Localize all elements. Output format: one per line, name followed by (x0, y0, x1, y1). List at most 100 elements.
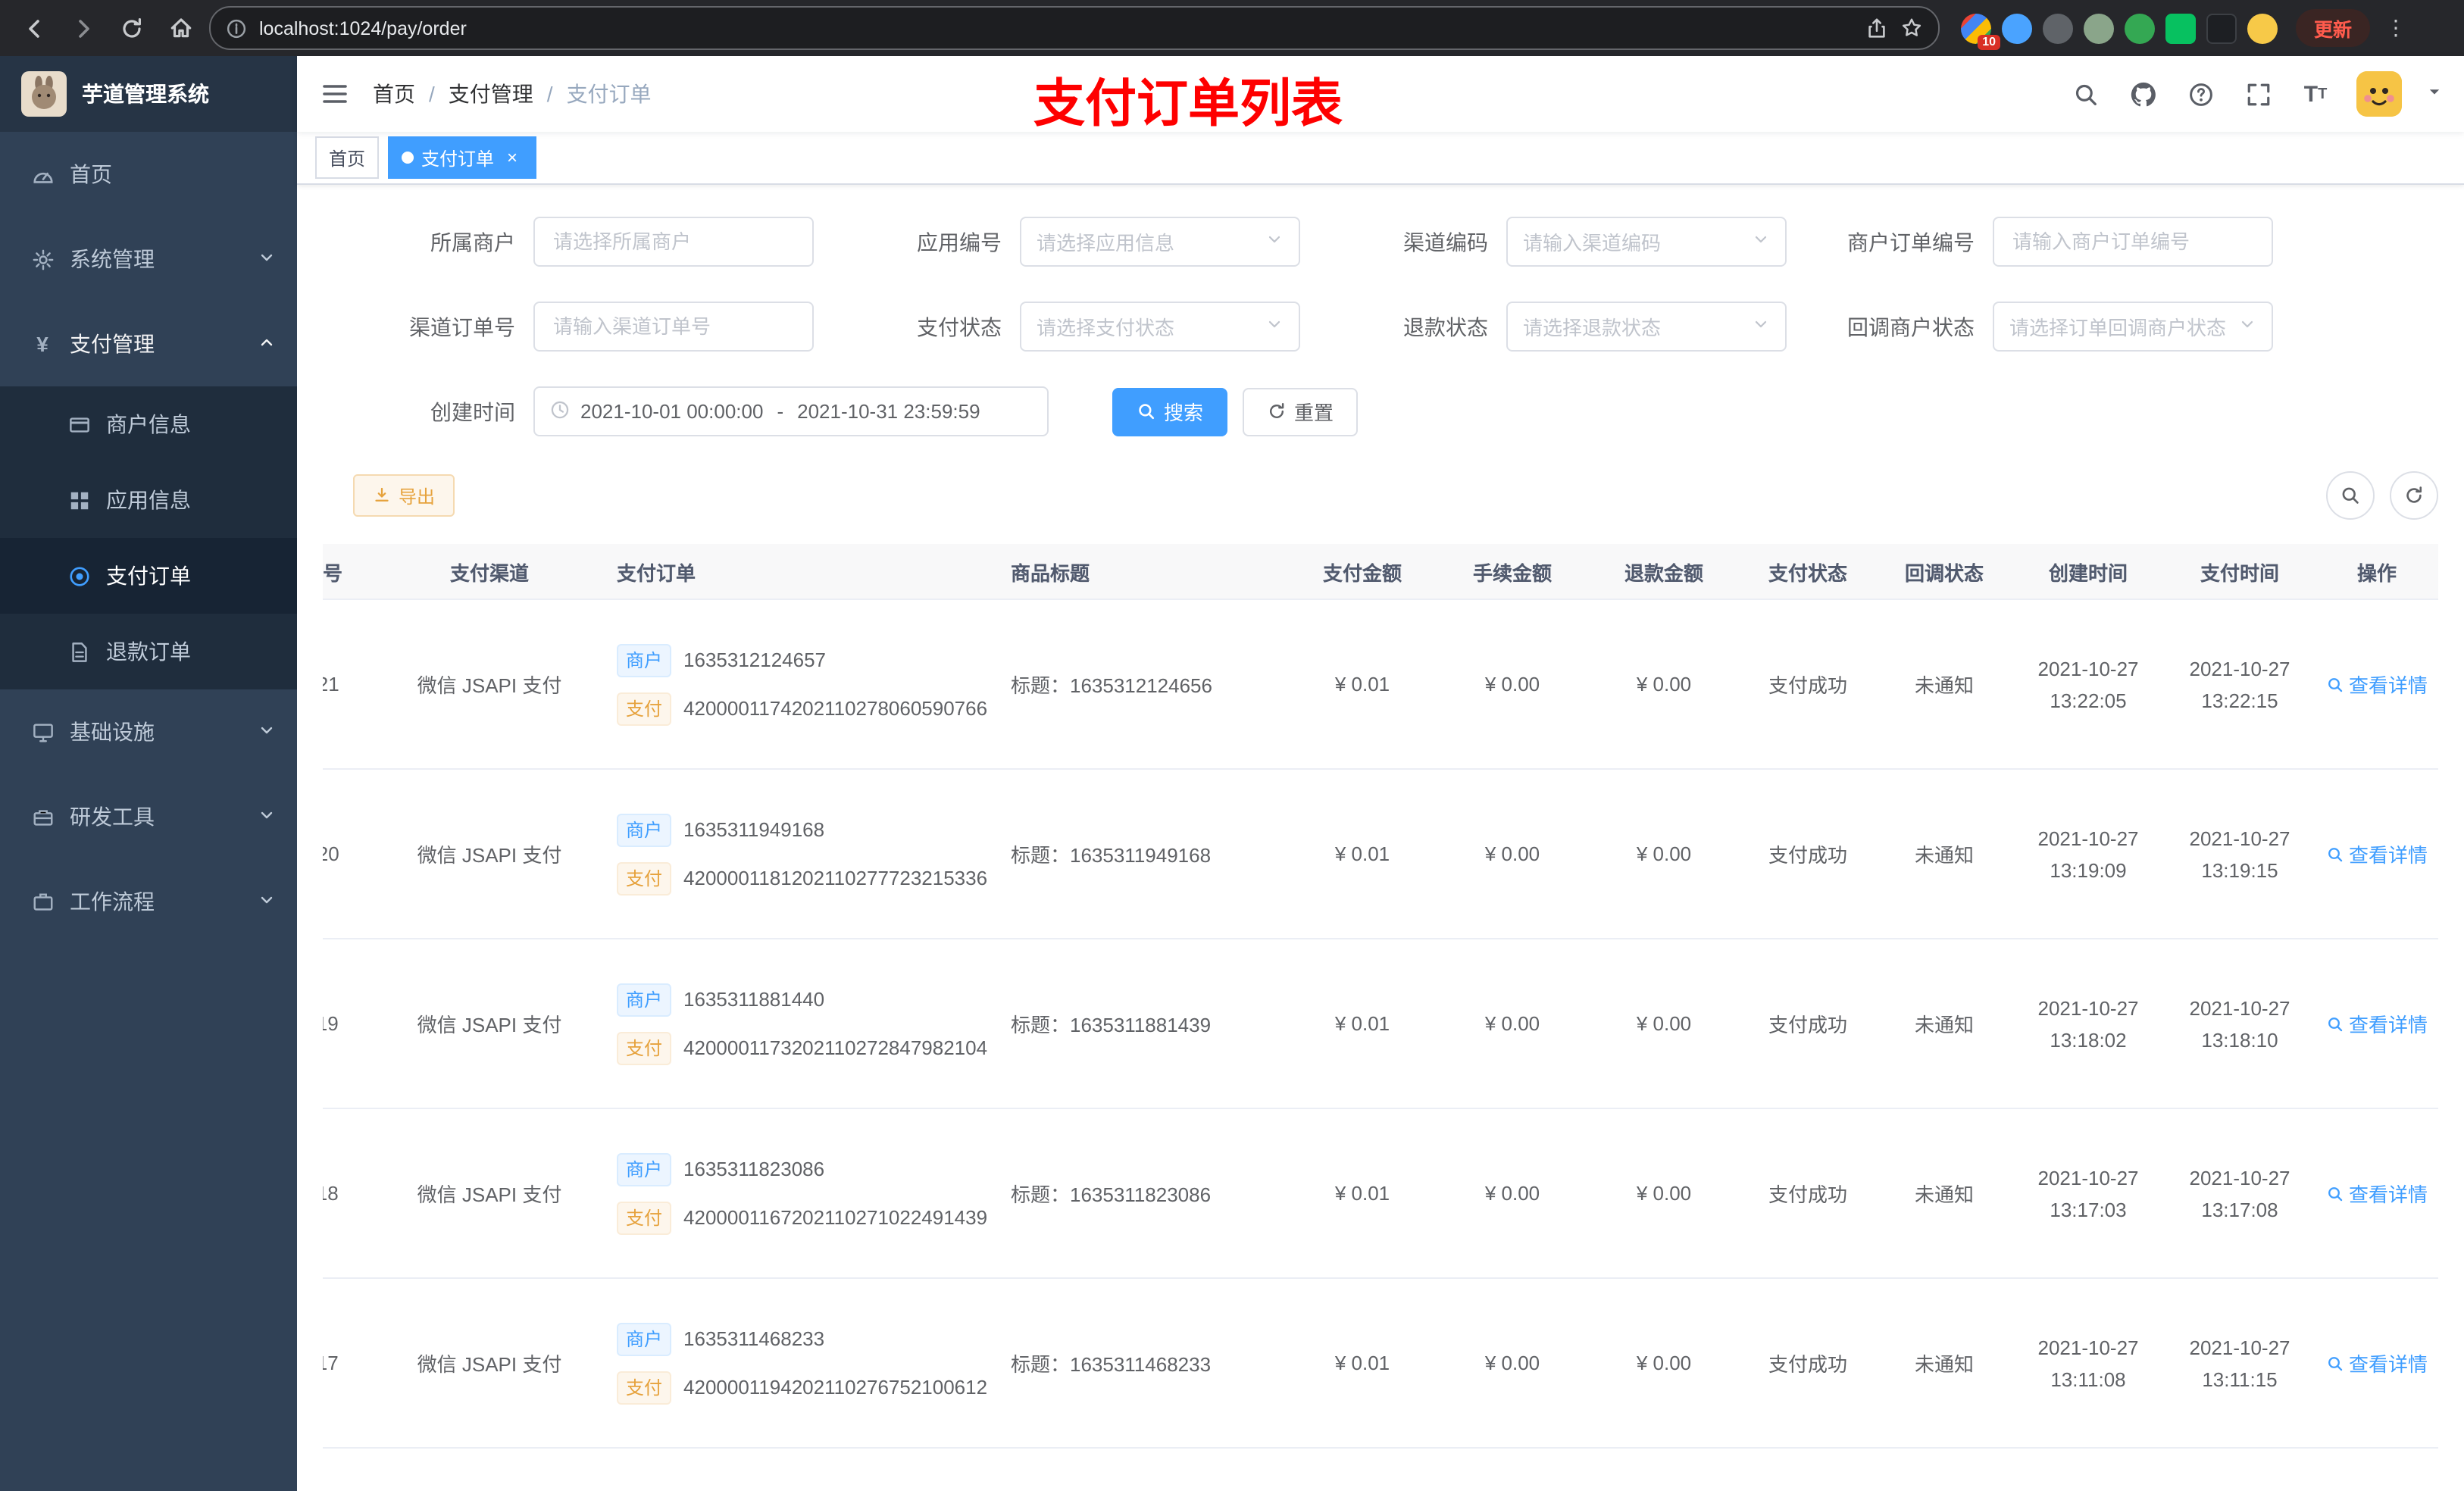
tag-home[interactable]: 首页 (315, 136, 380, 179)
pay-status-select[interactable]: 请选择支付状态 (1020, 302, 1300, 352)
reset-button[interactable]: 重置 (1243, 387, 1359, 436)
pay-time: 13:18:10 (2201, 1028, 2278, 1051)
col-pay-order: 支付订单 (596, 544, 990, 600)
pay-status: 支付成功 (1740, 939, 1876, 1109)
browser-update-button[interactable]: 更新 (2296, 9, 2371, 47)
view-detail-link[interactable]: 查看详情 (2326, 1009, 2428, 1038)
order-table: 编号 支付渠道 支付订单 商品标题 支付金额 手续金额 退款金额 支付状态 回调… (323, 544, 2438, 1491)
reload-icon[interactable] (112, 8, 152, 48)
tag-close-icon[interactable]: × (502, 147, 523, 168)
sidebar-item-refund-order[interactable]: 退款订单 (0, 614, 297, 689)
sidebar-item-infrastructure[interactable]: 基础设施 (0, 689, 297, 774)
order-id: 120 (323, 769, 383, 939)
pay-amount: ¥ 0.01 (1288, 1108, 1437, 1279)
select-placeholder: 请选择订单回调商户状态 (2009, 317, 2227, 339)
fee-amount: ¥ 0.00 (1437, 939, 1588, 1109)
refund-amount: ¥ 0.00 (1588, 599, 1740, 770)
share-icon[interactable] (1865, 17, 1888, 39)
goods-title (990, 1448, 1288, 1491)
credit-card-icon (67, 412, 91, 436)
refund-status-select[interactable]: 请选择退款状态 (1506, 302, 1787, 352)
app-no-select[interactable]: 请选择应用信息 (1020, 217, 1300, 267)
pay-channel (383, 1448, 596, 1491)
extension-icon-4[interactable] (2084, 13, 2114, 43)
extension-icon-5[interactable] (2125, 13, 2155, 43)
forward-icon[interactable] (64, 8, 103, 48)
bookmark-star-icon[interactable] (1900, 17, 1923, 39)
callback-status: 未通知 (1876, 939, 2012, 1109)
header-search-icon[interactable] (2068, 77, 2102, 111)
extension-icon-6[interactable] (2165, 13, 2196, 43)
callback-status: 未通知 (1876, 1278, 2012, 1449)
merchant-input-field[interactable] (550, 229, 797, 255)
order-id: 119 (323, 939, 383, 1109)
extension-icon-2[interactable] (2002, 13, 2032, 43)
pay-no-tag: 支付 (617, 692, 672, 725)
sidebar-item-app-info[interactable]: 应用信息 (0, 462, 297, 538)
merchant-order-no: 1635311823086 (683, 1158, 825, 1180)
extension-icon-3[interactable] (2043, 13, 2073, 43)
filter-label: 应用编号 (917, 230, 1002, 254)
avatar[interactable] (2356, 71, 2402, 117)
sidebar-toggle-icon[interactable] (297, 56, 373, 132)
sidebar-item-system[interactable]: 系统管理 (0, 217, 297, 302)
create-time-range-picker[interactable]: 2021-10-01 00:00:00 - 2021-10-31 23:59:5… (533, 386, 1049, 436)
sidebar-item-merchant-info[interactable]: 商户信息 (0, 386, 297, 462)
extension-icon-7[interactable] (2206, 13, 2237, 43)
channel-order-no-input[interactable] (533, 302, 814, 352)
search-button[interactable]: 搜索 (1112, 387, 1228, 436)
merchant-no-tag: 商户 (617, 1152, 672, 1186)
sidebar-item-workflow[interactable]: 工作流程 (0, 859, 297, 944)
breadcrumb-item[interactable]: 首页 (373, 79, 415, 109)
github-icon[interactable] (2126, 77, 2159, 111)
refresh-table-icon[interactable] (2390, 471, 2438, 520)
sidebar-item-dev-tools[interactable]: 研发工具 (0, 774, 297, 859)
merchant-order-no-field[interactable] (2009, 229, 2256, 255)
back-icon[interactable] (15, 8, 55, 48)
sidebar-item-home[interactable]: 首页 (0, 132, 297, 217)
app-logo[interactable]: 芋道管理系统 (0, 56, 297, 132)
toggle-search-icon[interactable] (2326, 471, 2375, 520)
site-info-icon[interactable] (226, 17, 247, 39)
export-button-label: 导出 (399, 486, 436, 507)
page-content: 所属商户 应用编号 请选择应用信息 (297, 185, 2464, 1491)
merchant-order-no-input[interactable] (1993, 217, 2273, 267)
callback-status-select[interactable]: 请选择订单回调商户状态 (1993, 302, 2273, 352)
toolbox-icon (30, 805, 55, 829)
chevron-down-icon (1752, 230, 1770, 253)
pay-no-tag: 支付 (617, 1371, 672, 1404)
extension-icon-1[interactable]: 10 (1961, 13, 2000, 49)
url-text[interactable]: localhost:1024/pay/order (259, 17, 1853, 39)
date-range-start[interactable]: 2021-10-01 00:00:00 (580, 400, 763, 423)
sidebar-item-pay-order[interactable]: 支付订单 (0, 538, 297, 614)
url-bar[interactable]: localhost:1024/pay/order (209, 6, 1940, 50)
help-icon[interactable] (2184, 77, 2217, 111)
breadcrumb-item[interactable]: 支付管理 (449, 79, 533, 109)
chevron-down-icon (258, 889, 276, 914)
chevron-down-icon (1752, 315, 1770, 338)
date-range-end[interactable]: 2021-10-31 23:59:59 (797, 400, 980, 423)
channel-order-no-field[interactable] (550, 314, 797, 339)
browser-menu-icon[interactable]: ⋮ (2385, 15, 2406, 41)
order-id: 118 (323, 1108, 383, 1279)
yen-icon: ¥ (36, 332, 48, 356)
export-button[interactable]: 导出 (353, 474, 455, 517)
merchant-input[interactable] (533, 217, 814, 267)
table-header-row: 编号 支付渠道 支付订单 商品标题 支付金额 手续金额 退款金额 支付状态 回调… (323, 544, 2438, 600)
pay-no-tag: 支付 (617, 861, 672, 895)
extension-icon-8[interactable] (2247, 13, 2278, 43)
font-size-icon[interactable]: TT (2299, 77, 2332, 111)
search-button-label: 搜索 (1164, 402, 1204, 424)
filter-label: 所属商户 (430, 230, 515, 254)
home-icon[interactable] (161, 8, 200, 48)
channel-code-select[interactable]: 请输入渠道编码 (1506, 217, 1787, 267)
view-detail-link[interactable]: 查看详情 (2326, 670, 2428, 699)
view-detail-link[interactable]: 查看详情 (2326, 1349, 2428, 1377)
view-detail-link[interactable]: 查看详情 (2326, 839, 2428, 868)
view-detail-link[interactable]: 查看详情 (2326, 1179, 2428, 1208)
sidebar-item-payment[interactable]: ¥ 支付管理 (0, 302, 297, 386)
order-id: 121 (323, 599, 383, 770)
tag-pay-order[interactable]: 支付订单 × (388, 136, 537, 179)
avatar-caret-icon[interactable] (2426, 83, 2443, 105)
fullscreen-icon[interactable] (2241, 77, 2275, 111)
